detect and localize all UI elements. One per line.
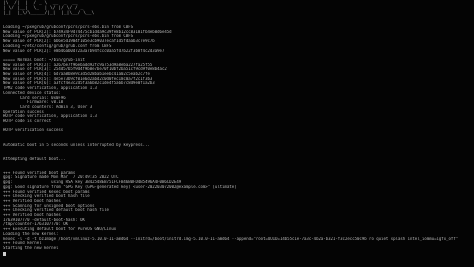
terminal-window[interactable]: |\ /| | / _ \ __ _ __ | \/ |__| \_ | \/ … (0, 0, 474, 267)
text-cursor (3, 251, 6, 256)
ascii-banner: |\ /| | / _ \ __ _ __ | \/ |__| \_ | \/ … (3, 1, 133, 23)
terminal-line: Starting the new kernel (3, 245, 59, 250)
terminal-line: Attempting default boot... (3, 156, 66, 161)
terminal-line: Automatic boot in 5 seconds unless inter… (3, 142, 150, 147)
terminal-line: New value of PCR[2]: e8b46ab0d72a3a7b94f… (3, 48, 165, 53)
ascii-banner-row: |_| |_\/\_____/|_| |_|\__/ \__\ (3, 11, 95, 16)
terminal-line: HOTP code is correct (3, 119, 52, 123)
terminal-line: HOTP verification success (3, 128, 64, 133)
